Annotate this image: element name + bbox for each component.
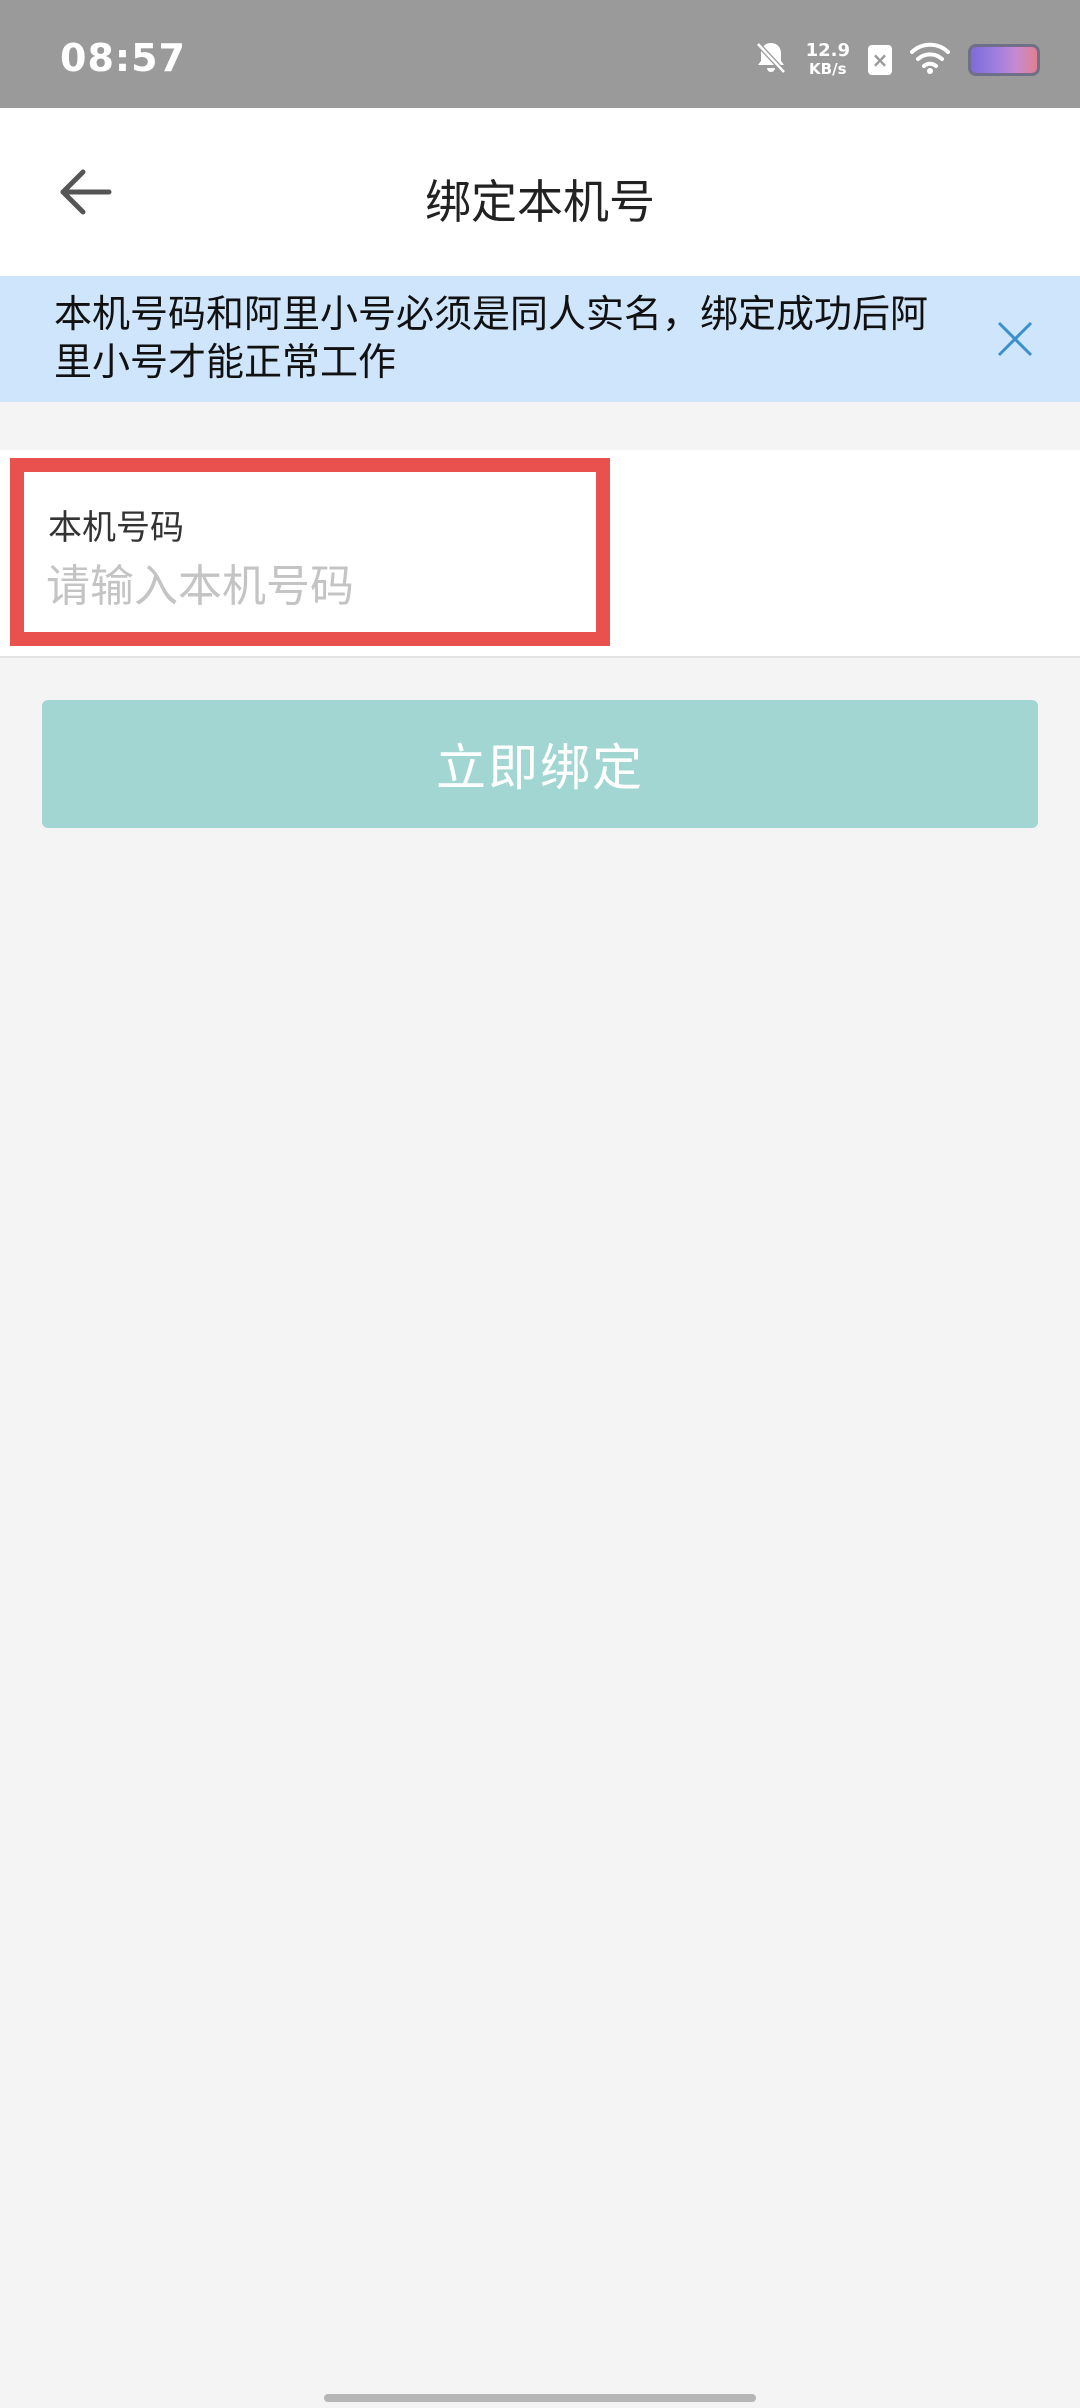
top-app-bar: 绑定本机号	[0, 108, 1080, 276]
status-bar: 08:57 12.9 KB/s ×	[0, 0, 1080, 108]
status-icons: 12.9 KB/s ×	[754, 40, 1040, 80]
close-icon	[997, 321, 1033, 357]
status-time: 08:57	[60, 36, 186, 80]
notice-banner: 本机号码和阿里小号必须是同人实名，绑定成功后阿里小号才能正常工作	[0, 276, 1080, 402]
notice-close-button[interactable]	[980, 304, 1050, 374]
bind-now-button[interactable]: 立即绑定	[42, 700, 1038, 828]
net-speed-value: 12.9	[805, 40, 850, 61]
home-indicator[interactable]	[324, 2394, 756, 2402]
field-highlight-box	[10, 458, 610, 646]
page-title: 绑定本机号	[425, 175, 655, 229]
notice-text: 本机号码和阿里小号必须是同人实名，绑定成功后阿里小号才能正常工作	[54, 292, 929, 384]
wifi-icon	[910, 42, 950, 78]
net-speed-unit: KB/s	[809, 60, 847, 78]
phone-label: 本机号码	[48, 508, 184, 548]
battery-icon	[968, 44, 1040, 76]
phone-input[interactable]	[46, 556, 566, 616]
bell-muted-icon	[754, 40, 788, 80]
phone-form: 本机号码	[0, 450, 1080, 658]
net-speed: 12.9 KB/s	[805, 40, 850, 79]
sim-x-icon: ×	[868, 45, 892, 75]
